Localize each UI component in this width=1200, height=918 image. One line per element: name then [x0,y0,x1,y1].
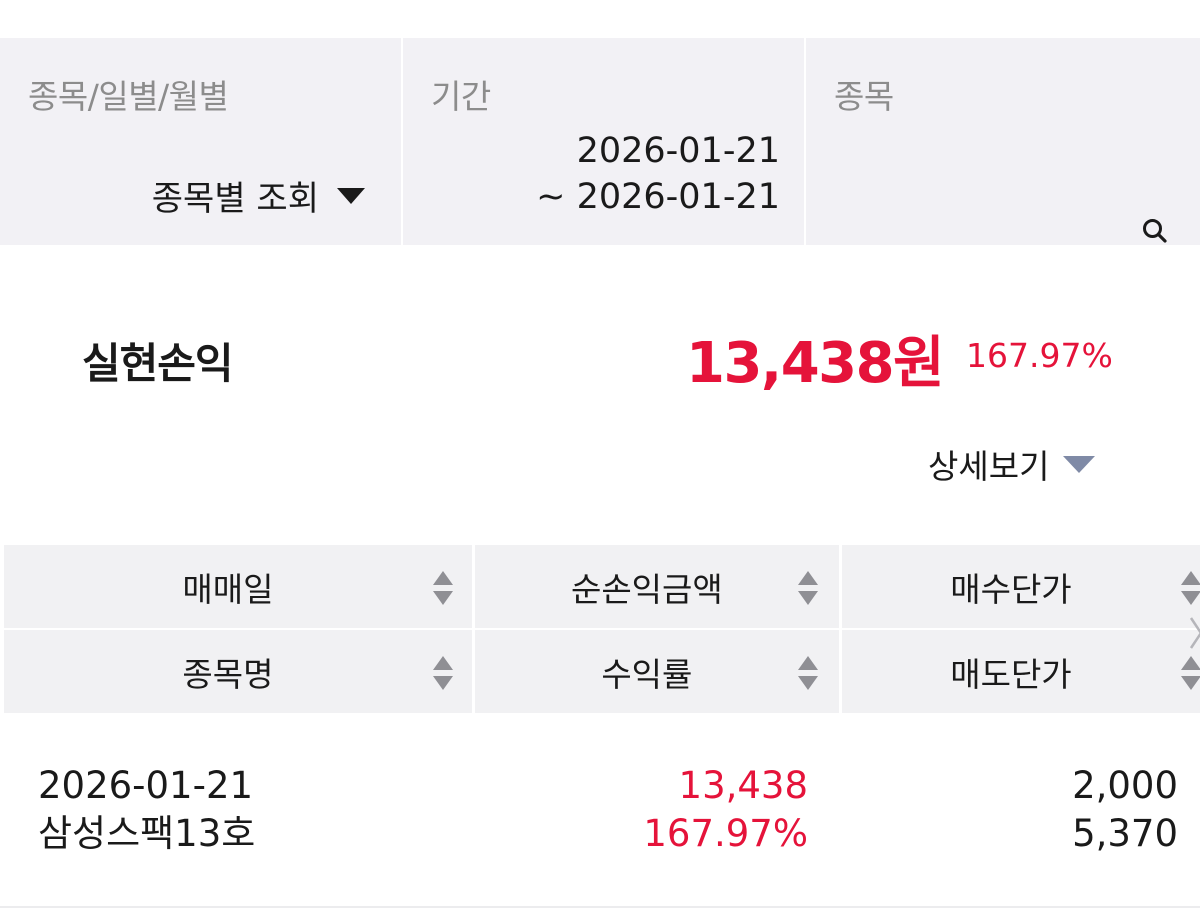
header-return-rate[interactable]: 수익률 [474,630,839,713]
scroll-right-arrow-icon[interactable] [1188,614,1200,652]
dropdown-triangle-icon [337,187,365,204]
realized-pnl-rate: 167.97% [966,336,1113,375]
table-row[interactable]: 2026-01-21 삼성스팩13호 13,438 167.97% 2,000 … [0,762,1200,902]
sort-icon [797,571,818,605]
search-button[interactable] [1140,216,1170,246]
net-profit-cell: 13,438 [678,764,808,807]
table-body: 2026-01-21 삼성스팩13호 13,438 167.97% 2,000 … [0,762,1200,902]
filter-period-label: 기간 [431,77,491,116]
expand-triangle-icon [1063,455,1096,473]
return-rate-cell: 167.97% [643,812,808,855]
stock-name-cell: 삼성스팩13호 [38,812,256,855]
detail-view-label: 상세보기 [928,447,1050,486]
realized-pnl-amount: 13,438원 [686,331,945,396]
sort-icon [1181,656,1200,690]
header-label: 순손익금액 [570,569,723,609]
filter-item-column: 종목 [806,38,1200,245]
detail-view-toggle[interactable]: 상세보기 [928,440,1096,488]
header-label: 매수단가 [950,569,1072,609]
header-label: 종목명 [182,654,274,694]
sort-icon [1181,571,1200,605]
realized-pnl-screen: 종목/일별/월별 종목별 조회 기간 2026-01-21 ~ 2026-01-… [0,0,1200,918]
filter-item-label: 종목 [834,77,894,116]
sort-icon [797,656,818,690]
query-type-value: 종목별 조회 [151,179,319,219]
realized-pnl-title: 실현손익 [82,339,234,388]
header-stock-name[interactable]: 종목명 [4,630,472,713]
row-divider [0,906,1200,908]
table-header: 매매일 순손익금액 매수단가 종목명 수익률 매도단가 [0,545,1200,715]
table-header-row-2: 종목명 수익률 매도단가 [0,630,1200,715]
table-header-row-1: 매매일 순손익금액 매수단가 [0,545,1200,630]
header-buy-price[interactable]: 매수단가 [841,545,1200,628]
header-label: 수익률 [601,654,693,694]
header-sell-price[interactable]: 매도단가 [841,630,1200,713]
buy-price-cell: 2,000 [1072,764,1178,807]
header-net-profit[interactable]: 순손익금액 [474,545,839,628]
filter-type-label: 종목/일별/월별 [28,77,229,116]
header-label: 매도단가 [950,654,1072,694]
sort-icon [432,656,453,690]
trade-date-cell: 2026-01-21 [38,764,254,807]
period-picker[interactable]: 2026-01-21 ~ 2026-01-21 [536,128,780,220]
period-end-date: ~ 2026-01-21 [536,177,780,217]
sort-icon [432,571,453,605]
filter-type-column: 종목/일별/월별 종목별 조회 [0,38,403,245]
header-trade-date[interactable]: 매매일 [4,545,472,628]
query-type-dropdown[interactable]: 종목별 조회 [152,171,365,220]
filter-period-column: 기간 2026-01-21 ~ 2026-01-21 [403,38,806,245]
header-label: 매매일 [182,569,274,609]
filter-bar: 종목/일별/월별 종목별 조회 기간 2026-01-21 ~ 2026-01-… [0,38,1200,245]
search-icon [1143,219,1167,243]
sell-price-cell: 5,370 [1072,812,1178,855]
period-start-date: 2026-01-21 [576,131,780,171]
